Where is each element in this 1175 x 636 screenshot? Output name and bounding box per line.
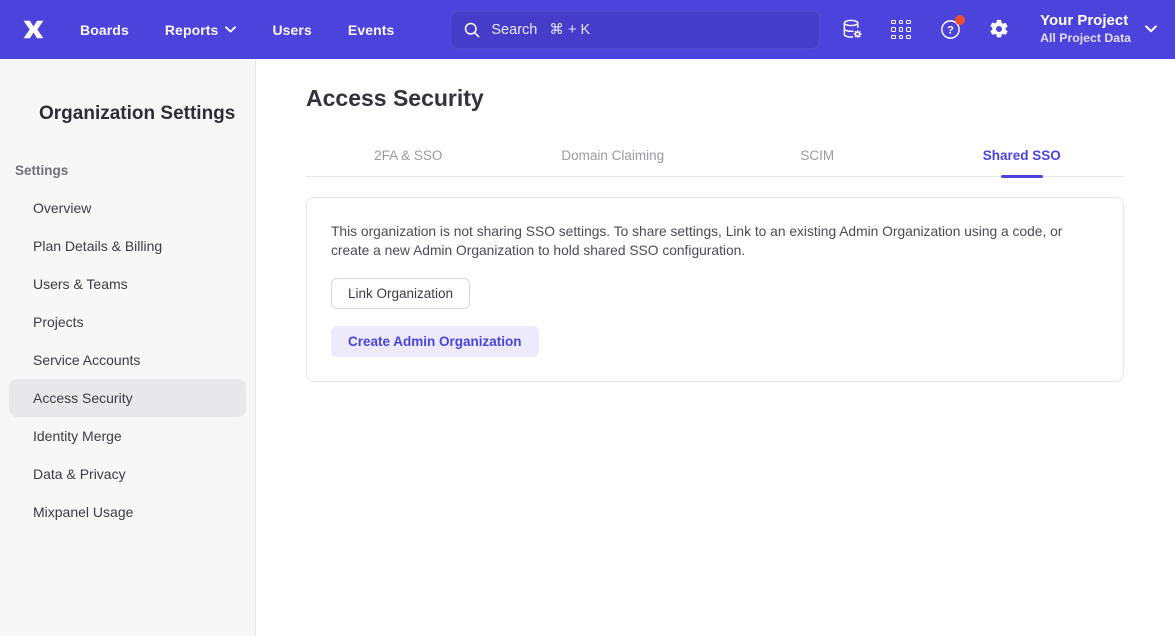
sidebar-item-overview[interactable]: Overview xyxy=(9,189,246,227)
nav-item-events[interactable]: Events xyxy=(348,22,395,38)
page-title: Access Security xyxy=(306,84,1124,113)
sidebar-nav-list: Overview Plan Details & Billing Users & … xyxy=(0,189,255,531)
nav-item-label: Reports xyxy=(165,22,219,38)
nav-item-label: Boards xyxy=(80,22,129,38)
sidebar-item-projects[interactable]: Projects xyxy=(9,303,246,341)
project-name: Your Project xyxy=(1040,12,1131,31)
nav-item-label: Events xyxy=(348,22,395,38)
shared-sso-card: This organization is not sharing SSO set… xyxy=(306,197,1124,382)
main-content: Access Security 2FA & SSO Domain Claimin… xyxy=(256,59,1175,636)
nav-item-boards[interactable]: Boards xyxy=(80,22,129,38)
settings-gear-icon[interactable] xyxy=(987,17,1011,41)
page-body: Organization Settings Settings Overview … xyxy=(0,59,1175,636)
sidebar-item-users-teams[interactable]: Users & Teams xyxy=(9,265,246,303)
tab-domain-claiming[interactable]: Domain Claiming xyxy=(511,148,716,176)
chevron-down-icon xyxy=(1145,25,1157,33)
sidebar-title: Organization Settings xyxy=(39,103,255,125)
sidebar-item-identity-merge[interactable]: Identity Merge xyxy=(9,417,246,455)
top-navbar: Boards Reports Users Events xyxy=(0,0,1175,59)
navbar-right-group: ? Your Project All Project Data xyxy=(840,12,1157,46)
tab-scim[interactable]: SCIM xyxy=(715,148,920,176)
chevron-down-icon xyxy=(225,26,236,33)
nav-item-users[interactable]: Users xyxy=(272,22,311,38)
sidebar-item-service-accounts[interactable]: Service Accounts xyxy=(9,341,246,379)
link-organization-button[interactable]: Link Organization xyxy=(331,278,470,309)
project-switcher[interactable]: Your Project All Project Data xyxy=(1040,12,1157,46)
nav-item-label: Users xyxy=(272,22,311,38)
project-switcher-texts: Your Project All Project Data xyxy=(1040,12,1131,46)
apps-grid-icon[interactable] xyxy=(889,17,913,41)
shared-sso-description: This organization is not sharing SSO set… xyxy=(331,222,1093,260)
sidebar-item-plan-details-billing[interactable]: Plan Details & Billing xyxy=(9,227,246,265)
svg-text:?: ? xyxy=(947,25,954,37)
mixpanel-logo[interactable] xyxy=(18,15,48,45)
tab-shared-sso[interactable]: Shared SSO xyxy=(920,148,1125,176)
apps-grid-glyph xyxy=(891,20,911,40)
sidebar-item-data-privacy[interactable]: Data & Privacy xyxy=(9,455,246,493)
project-data-view: All Project Data xyxy=(1040,31,1131,46)
global-search xyxy=(450,11,820,49)
help-icon[interactable]: ? xyxy=(938,17,962,41)
org-settings-sidebar: Organization Settings Settings Overview … xyxy=(0,59,256,636)
sidebar-item-mixpanel-usage[interactable]: Mixpanel Usage xyxy=(9,493,246,531)
data-management-icon[interactable] xyxy=(840,17,864,41)
mixpanel-logo-icon xyxy=(20,16,47,43)
create-admin-organization-button[interactable]: Create Admin Organization xyxy=(331,326,539,357)
nav-item-reports[interactable]: Reports xyxy=(165,22,237,38)
sidebar-item-access-security[interactable]: Access Security xyxy=(9,379,246,417)
access-security-tabs: 2FA & SSO Domain Claiming SCIM Shared SS… xyxy=(306,148,1124,177)
search-input[interactable] xyxy=(450,11,820,49)
sidebar-section-label: Settings xyxy=(15,163,255,178)
primary-nav: Boards Reports Users Events xyxy=(80,22,394,38)
tab-2fa-sso[interactable]: 2FA & SSO xyxy=(306,148,511,176)
notification-badge xyxy=(955,15,965,25)
